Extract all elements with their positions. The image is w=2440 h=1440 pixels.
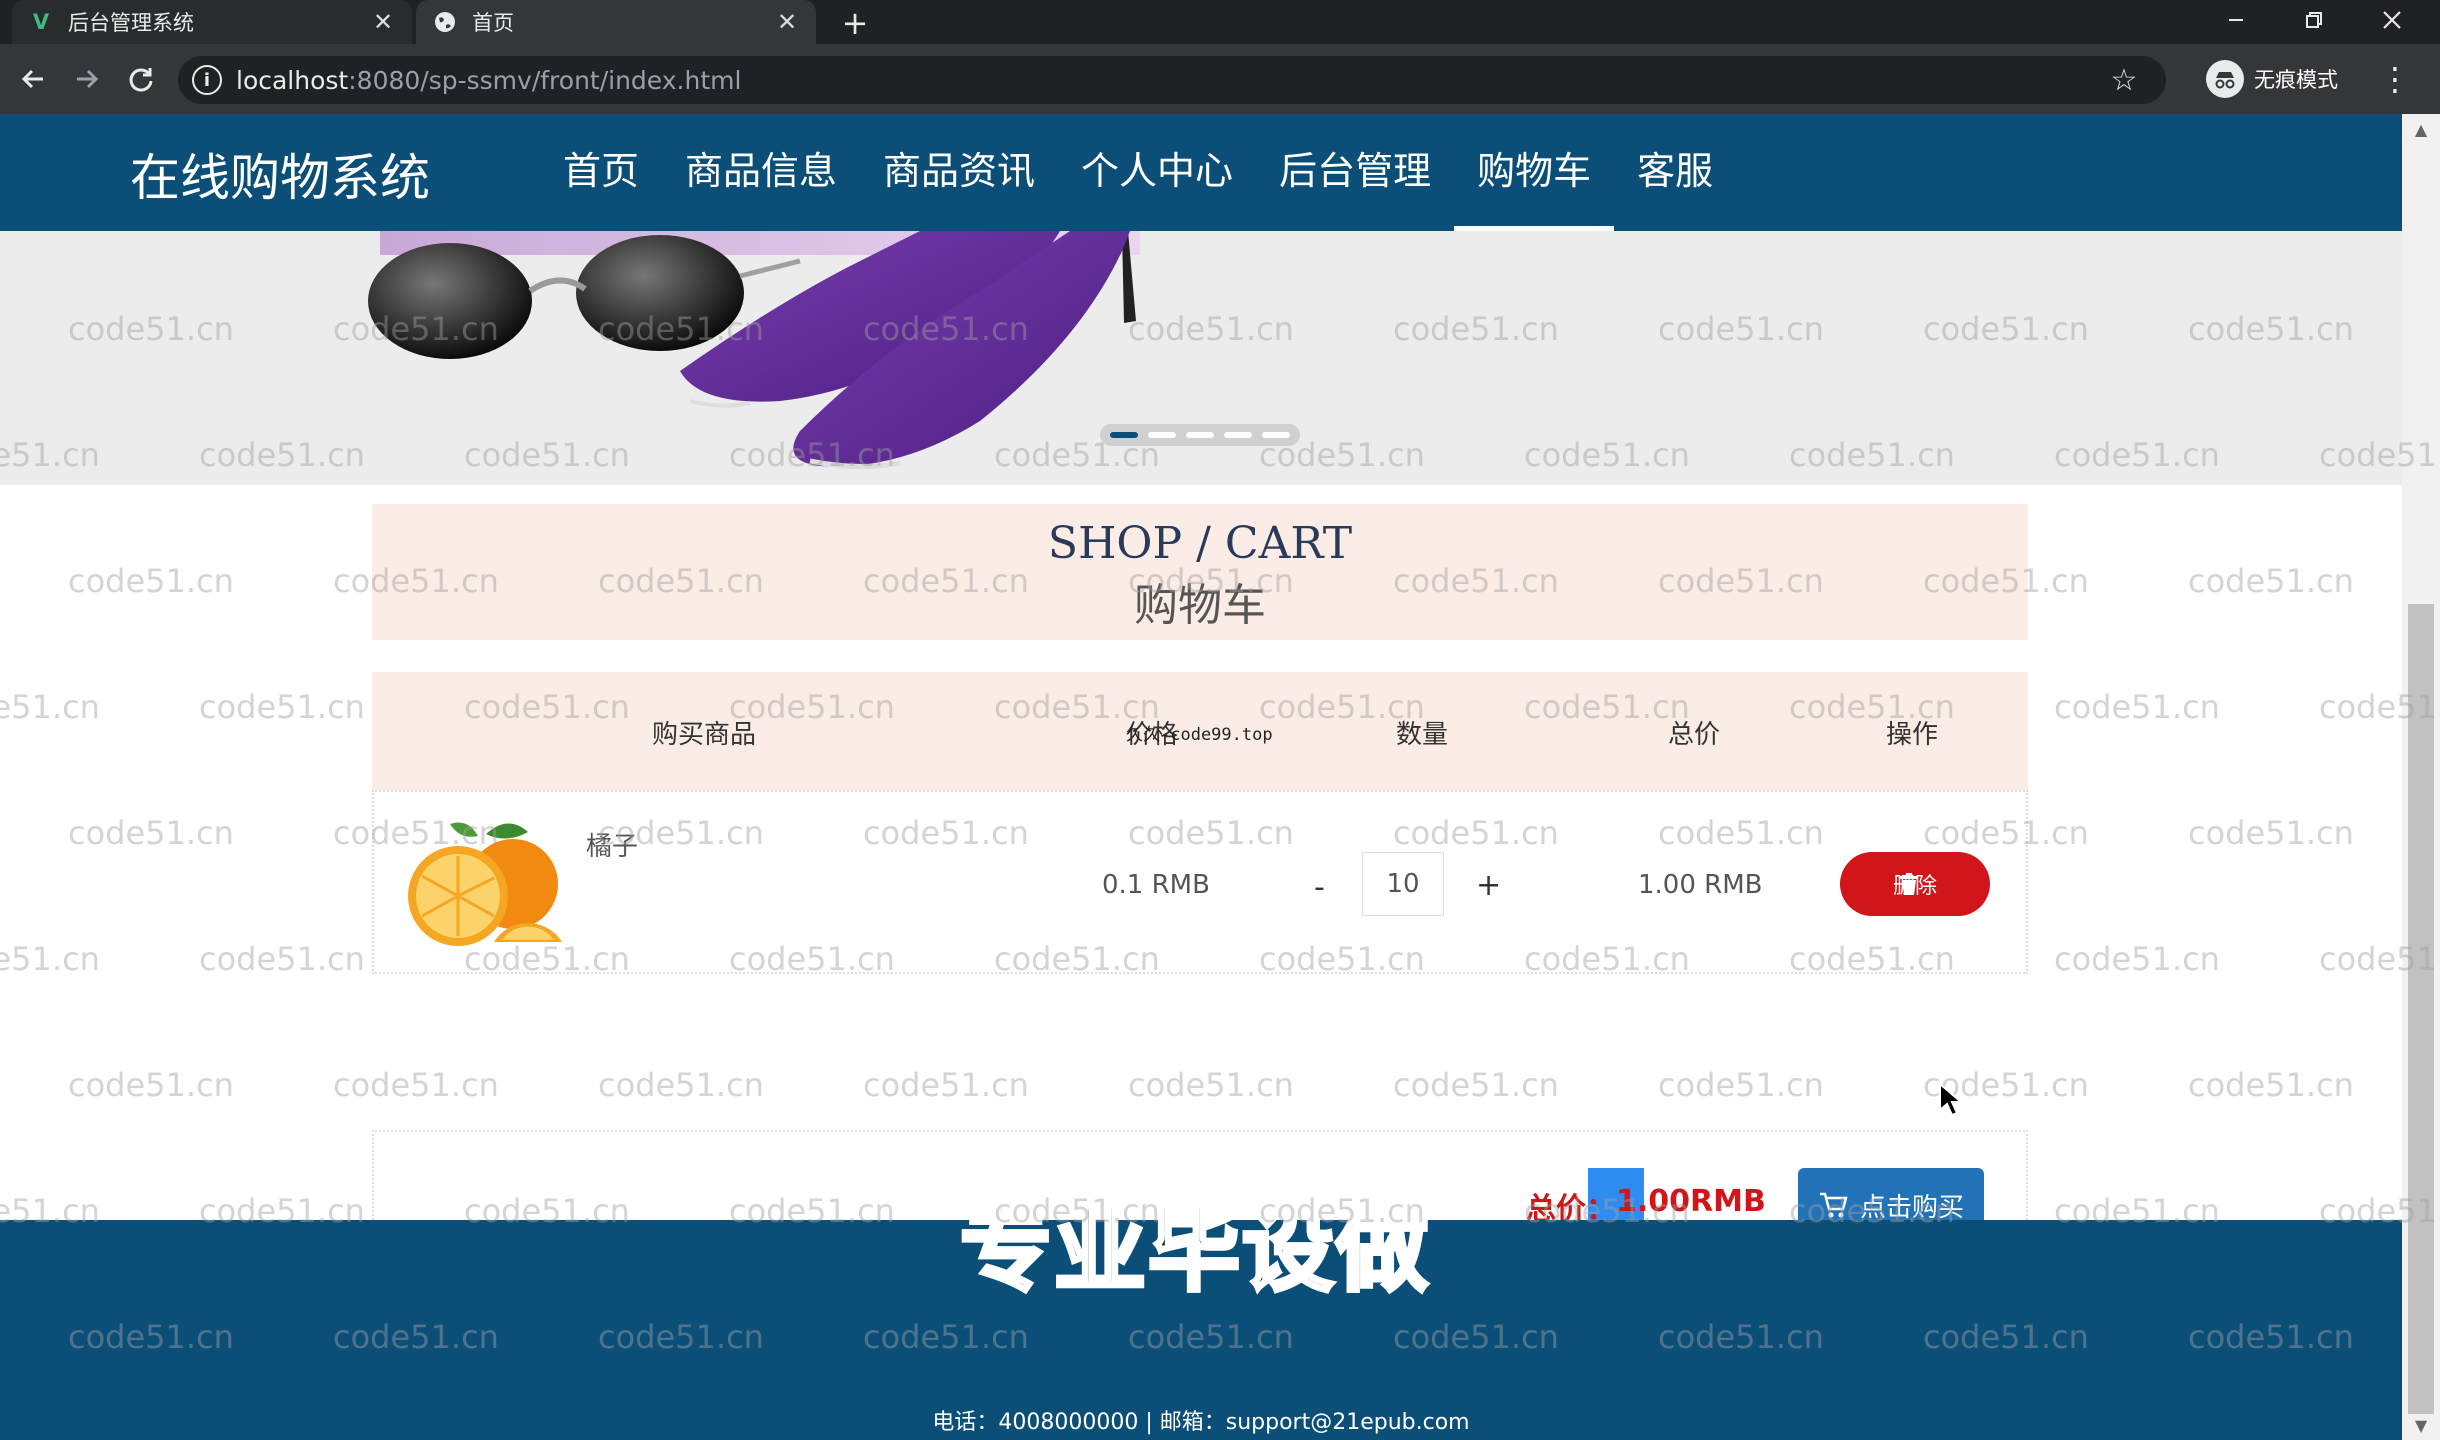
carousel-dot[interactable] bbox=[1148, 432, 1176, 438]
scroll-up-arrow-icon[interactable]: ▲ bbox=[2402, 114, 2440, 144]
carousel-dot[interactable] bbox=[1262, 432, 1290, 438]
forward-button[interactable] bbox=[64, 56, 110, 102]
screen: { "browser": { "tabs": [ {"title": "后台管理… bbox=[0, 0, 2440, 1440]
qty-plus-button[interactable]: + bbox=[1476, 868, 1501, 903]
close-tab-icon[interactable]: ✕ bbox=[770, 5, 804, 39]
header-total: 总价 bbox=[1668, 720, 1721, 750]
banner-image bbox=[0, 231, 2402, 485]
close-window-button[interactable] bbox=[2360, 0, 2424, 40]
scrollbar-thumb[interactable] bbox=[2408, 604, 2434, 1414]
nav-home[interactable]: 首页 bbox=[540, 114, 662, 231]
carousel-dot[interactable] bbox=[1110, 432, 1138, 438]
restore-button[interactable] bbox=[2282, 0, 2346, 40]
back-button[interactable] bbox=[10, 56, 56, 102]
buy-label: 点击购买 bbox=[1859, 1192, 1964, 1223]
scroll-down-arrow-icon[interactable]: ▼ bbox=[2402, 1410, 2440, 1440]
tab-title: 首页 bbox=[472, 11, 514, 35]
nav-profile[interactable]: 个人中心 bbox=[1058, 114, 1256, 231]
address-bar[interactable]: i localhost:8080/sp-ssmv/front/index.htm… bbox=[178, 56, 2166, 104]
qty-minus-button[interactable]: - bbox=[1314, 870, 1325, 905]
carousel-dot[interactable] bbox=[1224, 432, 1252, 438]
cart-title-en: SHOP / CART bbox=[1047, 518, 1353, 569]
main-nav: 首页 商品信息 商品资讯 个人中心 后台管理 购物车 客服 bbox=[540, 114, 1736, 231]
cart-row: 橘子 0.1 RMB - 10 + 1.00 RMB 删除 bbox=[372, 790, 2028, 974]
delete-label: 删除 bbox=[1892, 874, 1937, 899]
header-action: 操作 bbox=[1886, 720, 1939, 750]
bookmark-star-icon[interactable]: ☆ bbox=[2106, 62, 2142, 98]
carousel-indicators bbox=[1100, 424, 1300, 446]
incognito-label: 无痕模式 bbox=[2254, 68, 2338, 92]
header-qty: 数量 bbox=[1396, 720, 1449, 750]
delete-button[interactable]: 删除 bbox=[1840, 852, 1990, 916]
minimize-button[interactable] bbox=[2204, 0, 2268, 40]
stray-overlay-text: 久久-code99.top bbox=[1126, 725, 1273, 745]
page-scrollbar[interactable]: ▲ ▼ bbox=[2402, 114, 2440, 1440]
globe-icon bbox=[432, 9, 458, 35]
mouse-cursor-icon bbox=[1939, 1082, 1964, 1117]
header-product: 购买商品 bbox=[652, 720, 757, 750]
incognito-icon bbox=[2206, 60, 2244, 98]
product-price: 0.1 RMB bbox=[1102, 870, 1210, 900]
site-brand[interactable]: 在线购物系统 bbox=[130, 138, 430, 210]
carousel-dot[interactable] bbox=[1186, 432, 1214, 438]
new-tab-button[interactable]: + bbox=[836, 4, 874, 42]
banner-carousel[interactable] bbox=[0, 231, 2402, 485]
url-text: localhost:8080/sp-ssmv/front/index.html bbox=[236, 65, 742, 95]
product-name[interactable]: 橘子 bbox=[586, 826, 638, 863]
footer-contact: 电话：4008000000 | 邮箱：support@21epub.com bbox=[932, 1410, 1470, 1435]
browser-menu-icon[interactable]: ⋮ bbox=[2379, 56, 2411, 102]
tab-strip: V 后台管理系统 ✕ 首页 ✕ + bbox=[0, 0, 2440, 44]
nav-news[interactable]: 商品资讯 bbox=[860, 114, 1058, 231]
row-total: 1.00 RMB bbox=[1638, 870, 1763, 900]
tab-title: 后台管理系统 bbox=[68, 11, 194, 35]
qty-input[interactable]: 10 bbox=[1362, 852, 1444, 916]
vue-favicon-icon: V bbox=[32, 10, 50, 34]
summary-value: 1.00RMB bbox=[1616, 1184, 1766, 1219]
tab-home[interactable]: 首页 ✕ bbox=[416, 0, 816, 44]
reload-button[interactable] bbox=[118, 56, 164, 102]
nav-products[interactable]: 商品信息 bbox=[662, 114, 860, 231]
incognito-indicator[interactable]: 无痕模式 bbox=[2206, 54, 2364, 104]
browser-toolbar: i localhost:8080/sp-ssmv/front/index.htm… bbox=[0, 44, 2440, 114]
promo-overlay-text: 专业毕设做 bbox=[958, 1195, 1431, 1306]
info-icon[interactable]: i bbox=[192, 65, 222, 95]
cart-title-box: SHOP / CART 购物车 bbox=[372, 504, 2028, 640]
cart-icon bbox=[1819, 1192, 1848, 1218]
close-tab-icon[interactable]: ✕ bbox=[366, 5, 400, 39]
nav-cart[interactable]: 购物车 bbox=[1454, 114, 1615, 231]
tab-admin[interactable]: V 后台管理系统 ✕ bbox=[12, 0, 412, 44]
cart-title-zh: 购物车 bbox=[1134, 580, 1266, 631]
nav-admin[interactable]: 后台管理 bbox=[1256, 114, 1454, 231]
product-image-orange[interactable] bbox=[398, 814, 568, 964]
site-header: 在线购物系统 首页 商品信息 商品资讯 个人中心 后台管理 购物车 客服 bbox=[0, 114, 2402, 231]
nav-service[interactable]: 客服 bbox=[1614, 114, 1736, 231]
